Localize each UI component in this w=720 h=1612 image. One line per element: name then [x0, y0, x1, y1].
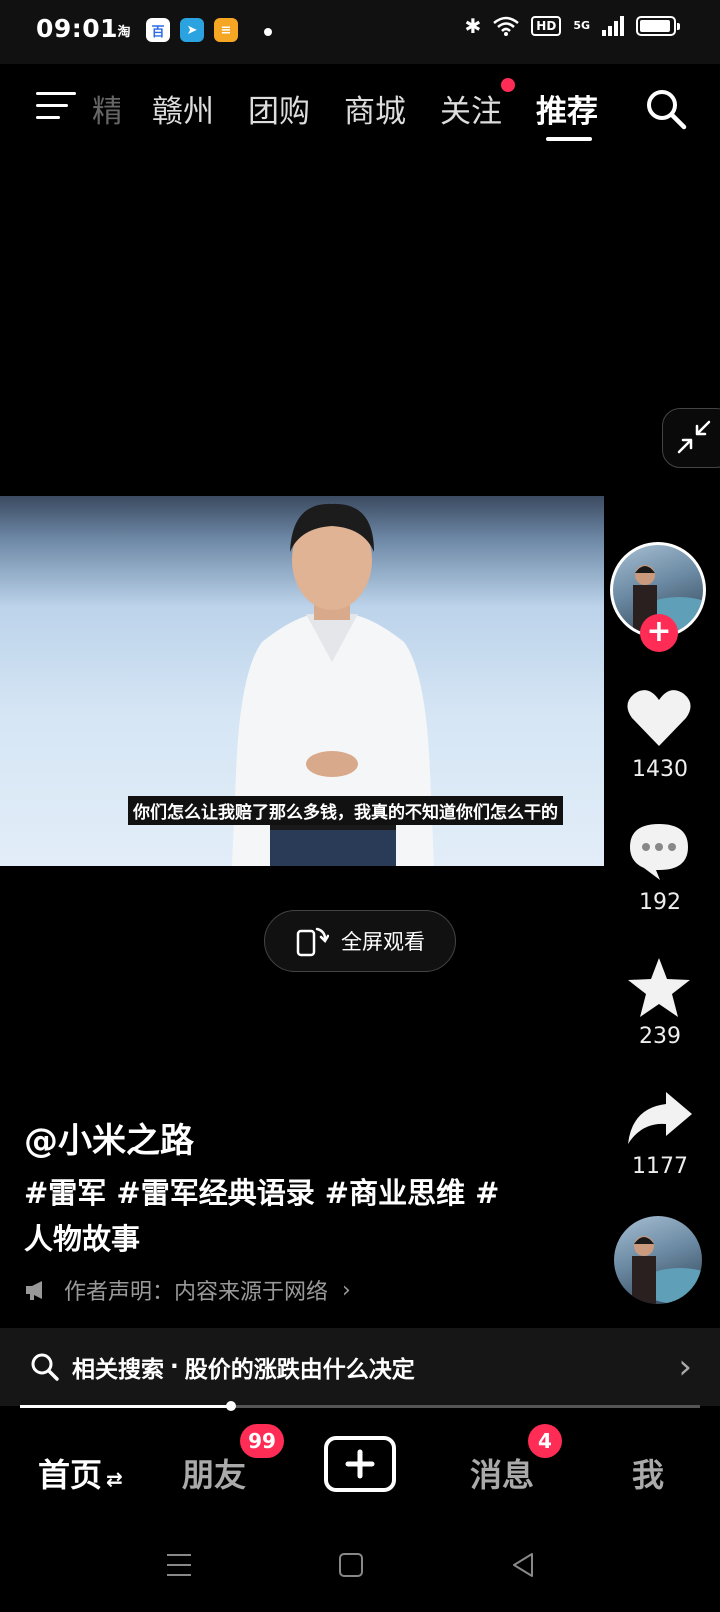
related-search-prefix: 相关搜索 [72, 1357, 164, 1383]
bluetooth-icon: ✱ [464, 14, 482, 38]
nav-friends[interactable]: 朋友 [182, 1450, 246, 1496]
messages-badge: 4 [528, 1424, 562, 1458]
status-indicators: ✱ HD 5G [464, 14, 680, 38]
telegram-icon: ➤ [180, 18, 204, 42]
notification-dot-icon [264, 28, 272, 36]
related-search-query: 股价的涨跌由什么决定 [184, 1357, 415, 1383]
create-button[interactable] [324, 1436, 396, 1492]
active-tab-indicator [546, 137, 592, 141]
comment-icon[interactable] [626, 820, 692, 882]
video-player[interactable]: 你们怎么让我赔了那么多钱，我真的不知道你们怎么干的 [0, 496, 604, 866]
following-notice-dot [501, 78, 515, 92]
progress-handle[interactable] [226, 1401, 236, 1411]
video-subtitle: 你们怎么让我赔了那么多钱，我真的不知道你们怎么干的 [128, 796, 563, 825]
baidu-icon: 百 [146, 18, 170, 42]
plus-icon [345, 1449, 375, 1479]
menu-icon[interactable] [36, 92, 76, 122]
friends-badge: 99 [240, 1424, 284, 1458]
share-count: 1177 [632, 1154, 688, 1179]
like-heart-icon[interactable] [626, 688, 692, 748]
collapse-screen-button[interactable] [662, 408, 720, 468]
nav-messages[interactable]: 消息 [470, 1450, 534, 1496]
wallet-icon: ≡ [214, 18, 238, 42]
chevron-right-icon: › [678, 1347, 692, 1387]
tab-ganzhou[interactable]: 赣州 [152, 86, 214, 131]
collapse-arrows-icon [677, 420, 711, 454]
switch-icon: ⇄ [106, 1467, 123, 1491]
rotate-screen-icon [296, 927, 329, 957]
search-icon [31, 1353, 59, 1381]
tab-partial[interactable]: 精选 [92, 86, 120, 131]
search-icon[interactable] [645, 88, 687, 130]
megaphone-icon [26, 1281, 42, 1300]
chevron-right-icon: › [342, 1277, 351, 1303]
tab-recommend[interactable]: 推荐 [536, 86, 598, 131]
hd-badge: HD [531, 16, 562, 36]
follow-button[interactable]: + [640, 614, 678, 652]
progress-fill [20, 1405, 231, 1408]
network-type: 5G [573, 19, 590, 32]
tab-group-buy[interactable]: 团购 [248, 86, 310, 131]
disc-photo [632, 1236, 702, 1304]
author-name[interactable]: @小米之路 [24, 1113, 194, 1162]
like-count: 1430 [632, 757, 688, 782]
nav-home-label: 首页 [38, 1456, 103, 1494]
fullscreen-button[interactable]: 全屏观看 [264, 910, 456, 972]
related-search-separator: · [170, 1354, 179, 1380]
wifi-icon [493, 16, 520, 36]
home-square-icon[interactable] [338, 1552, 364, 1578]
author-declaration[interactable]: 作者声明：内容来源于网络 › [24, 1274, 351, 1306]
related-search-bar[interactable]: 相关搜索 · 股价的涨跌由什么决定 › [0, 1328, 720, 1406]
recent-apps-icon[interactable] [166, 1552, 192, 1578]
nav-home[interactable]: 首页 ⇄ [38, 1450, 123, 1496]
back-triangle-icon[interactable] [510, 1552, 536, 1578]
tab-mall[interactable]: 商城 [344, 86, 406, 131]
declaration-text: 作者声明：内容来源于网络 [64, 1280, 329, 1305]
favorite-count: 239 [639, 1024, 681, 1049]
tab-following[interactable]: 关注 [440, 86, 502, 131]
hashtags[interactable]: #雷军 #雷军经典语录 #商业思维 #人物故事 [24, 1170, 524, 1262]
battery-icon [636, 16, 680, 36]
favorite-star-icon[interactable] [626, 956, 692, 1020]
taobao-icon: 淘 [117, 24, 131, 40]
status-time: 09:01 [36, 14, 119, 43]
fullscreen-label: 全屏观看 [341, 930, 425, 954]
share-arrow-icon[interactable] [626, 1090, 694, 1146]
signal-icon [602, 16, 624, 36]
comment-count: 192 [639, 890, 681, 915]
music-disc-avatar[interactable] [614, 1216, 702, 1304]
nav-me[interactable]: 我 [632, 1450, 664, 1496]
